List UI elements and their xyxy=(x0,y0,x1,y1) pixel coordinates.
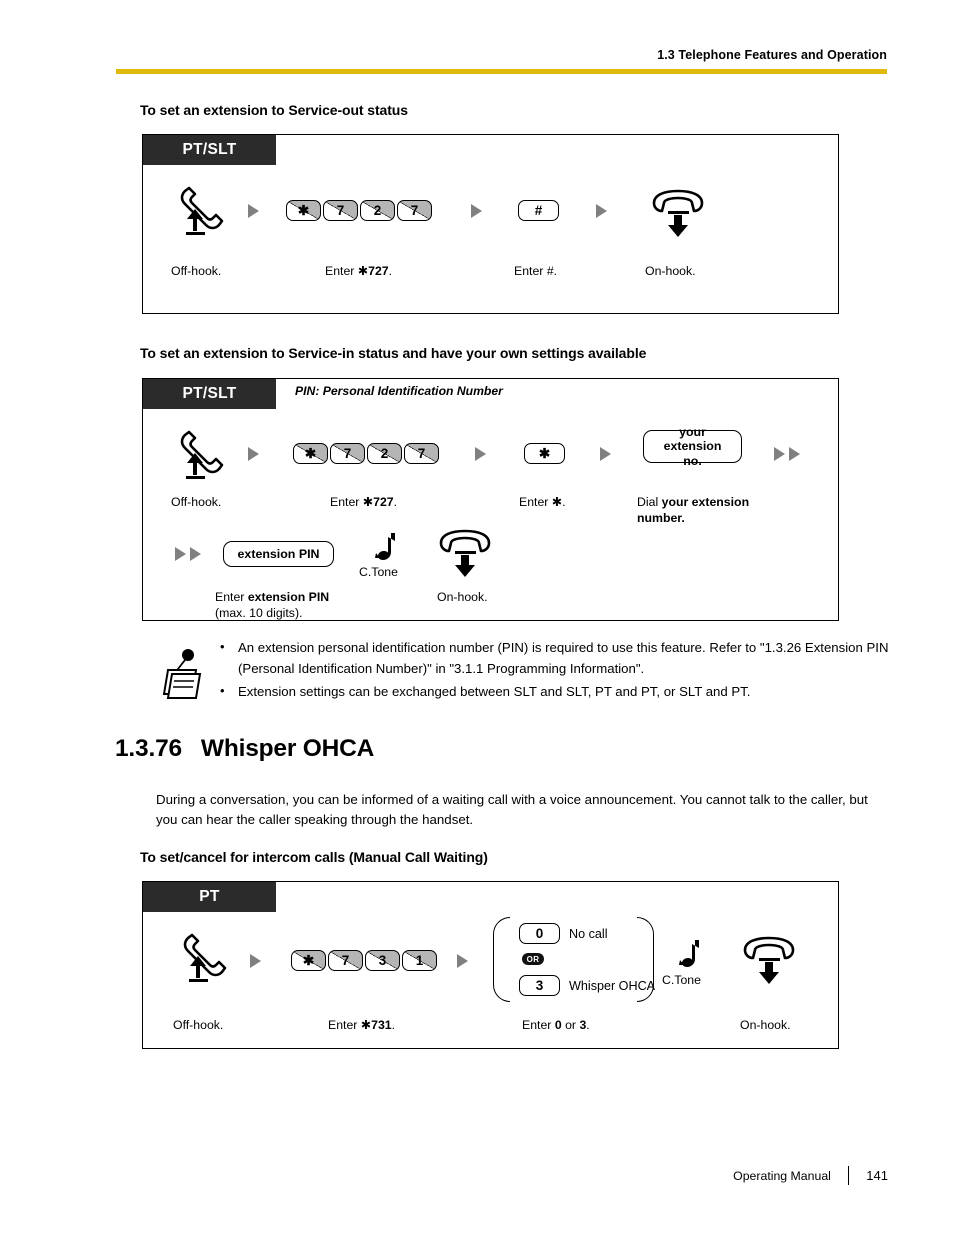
key-star[interactable]: ✱ xyxy=(293,443,328,464)
key-3[interactable]: 3 xyxy=(365,950,400,971)
caption-dial-extension: Dial your extension number. xyxy=(637,495,750,525)
key-star[interactable]: ✱ xyxy=(286,200,321,221)
phone-type-tab: PT/SLT xyxy=(143,379,276,409)
caption-onhook: On-hook. xyxy=(740,1018,791,1032)
key-star[interactable]: ✱ xyxy=(524,443,565,464)
heading-set-cancel-intercom: To set/cancel for intercom calls (Manual… xyxy=(140,849,488,865)
footer-page-number: 141 xyxy=(866,1168,888,1183)
flow-arrow-icon xyxy=(250,954,261,968)
label-ctone: C.Tone xyxy=(359,565,398,579)
caption-onhook: On-hook. xyxy=(645,264,696,278)
caption-offhook: Off-hook. xyxy=(171,264,222,278)
caption-enter-pin: Enter extension PIN (max. 10 digits). xyxy=(215,590,330,620)
caption-offhook: Off-hook. xyxy=(173,1018,224,1032)
keys-731: ✱ 7 3 1 xyxy=(291,950,439,971)
keys-727: ✱ 7 2 7 xyxy=(293,443,441,464)
offhook-handset-icon xyxy=(173,429,231,484)
whisper-description: During a conversation, you can be inform… xyxy=(156,792,868,827)
brace-left-icon xyxy=(493,917,510,1002)
onhook-handset-icon xyxy=(435,529,499,584)
flow-arrow-icon xyxy=(457,954,468,968)
caption-enter-731: Enter ✱731. xyxy=(328,1018,396,1032)
flow-arrow-icon xyxy=(248,204,259,218)
key-0[interactable]: 0 xyxy=(519,923,560,944)
offhook-handset-icon xyxy=(176,932,234,987)
keys-hash: # xyxy=(518,200,561,221)
caption-enter-hash: Enter #. xyxy=(514,264,558,278)
document-page: 1.3 Telephone Features and Operation To … xyxy=(0,0,954,1235)
flow-arrow-icon xyxy=(471,204,482,218)
caption-offhook: Off-hook. xyxy=(171,495,222,509)
offhook-handset-icon xyxy=(173,185,231,240)
note-pad-icon xyxy=(158,648,210,709)
notes-list: An extension personal identification num… xyxy=(212,636,902,702)
diagram-service-out: PT/SLT Off-hook. ✱ 7 2 7 Enter ✱727. # E… xyxy=(142,134,839,314)
flow-arrow-icon xyxy=(600,447,611,461)
caption-enter-727: Enter ✱727. xyxy=(325,264,393,278)
key-7[interactable]: 7 xyxy=(323,200,358,221)
page-title: 1.3.76 Whisper OHCA xyxy=(115,735,375,762)
key-7[interactable]: 7 xyxy=(330,443,365,464)
note-item: Extension settings can be exchanged betw… xyxy=(212,680,902,702)
option-group: 0 No call OR 3 Whisper OHCA xyxy=(493,917,655,1002)
flow-arrow-wrap-icon xyxy=(175,547,202,562)
diagram-service-in: PT/SLT PIN: Personal Identification Numb… xyxy=(142,378,839,621)
heading-service-out: To set an extension to Service-out statu… xyxy=(140,102,408,118)
key-3[interactable]: 3 xyxy=(519,975,560,996)
phone-type-tab: PT xyxy=(143,882,276,912)
key-7b[interactable]: 7 xyxy=(397,200,432,221)
label-ctone: C.Tone xyxy=(662,973,701,987)
flow-arrow-icon xyxy=(248,447,259,461)
header-rule xyxy=(116,69,887,74)
page-footer: Operating Manual 141 xyxy=(733,1166,888,1185)
key-star[interactable]: ✱ xyxy=(291,950,326,971)
option-whisper-ohca: 3 Whisper OHCA xyxy=(519,975,655,996)
key-2[interactable]: 2 xyxy=(360,200,395,221)
or-badge: OR xyxy=(522,953,544,965)
key-2[interactable]: 2 xyxy=(367,443,402,464)
capsule-extension-pin[interactable]: extension PIN xyxy=(223,541,334,567)
onhook-handset-icon xyxy=(739,936,803,991)
option-label: No call xyxy=(569,926,608,941)
key-hash[interactable]: # xyxy=(518,200,559,221)
option-label: Whisper OHCA xyxy=(569,978,656,993)
caption-enter-0-or-3: Enter 0 or 3. xyxy=(522,1018,590,1032)
caption-enter-727: Enter ✱727. xyxy=(330,495,398,509)
key-7[interactable]: 7 xyxy=(328,950,363,971)
flow-arrow-icon xyxy=(475,447,486,461)
footer-separator xyxy=(847,1166,850,1185)
flow-arrow-wrap-icon xyxy=(774,447,801,462)
key-7b[interactable]: 7 xyxy=(404,443,439,464)
flow-arrow-icon xyxy=(596,204,607,218)
onhook-handset-icon xyxy=(648,189,712,244)
pin-abbreviation-note: PIN: Personal Identification Number xyxy=(295,384,503,398)
capsule-your-extension-no[interactable]: your extension no. xyxy=(643,425,742,468)
diagram-whisper-ohca: PT Off-hook. ✱ 7 3 1 Enter ✱731. 0 No ca… xyxy=(142,881,839,1049)
keys-star: ✱ xyxy=(524,443,567,464)
ctone-icon xyxy=(675,938,705,977)
option-no-call: 0 No call xyxy=(519,923,608,944)
keys-727: ✱ 7 2 7 xyxy=(286,200,434,221)
footer-manual-label: Operating Manual xyxy=(733,1168,831,1183)
caption-enter-star: Enter ✱. xyxy=(519,495,566,509)
caption-onhook: On-hook. xyxy=(437,590,488,604)
heading-service-in: To set an extension to Service-in status… xyxy=(140,345,647,361)
phone-type-tab: PT/SLT xyxy=(143,135,276,165)
note-item: An extension personal identification num… xyxy=(212,636,902,679)
running-head: 1.3 Telephone Features and Operation xyxy=(657,48,887,62)
key-1[interactable]: 1 xyxy=(402,950,437,971)
